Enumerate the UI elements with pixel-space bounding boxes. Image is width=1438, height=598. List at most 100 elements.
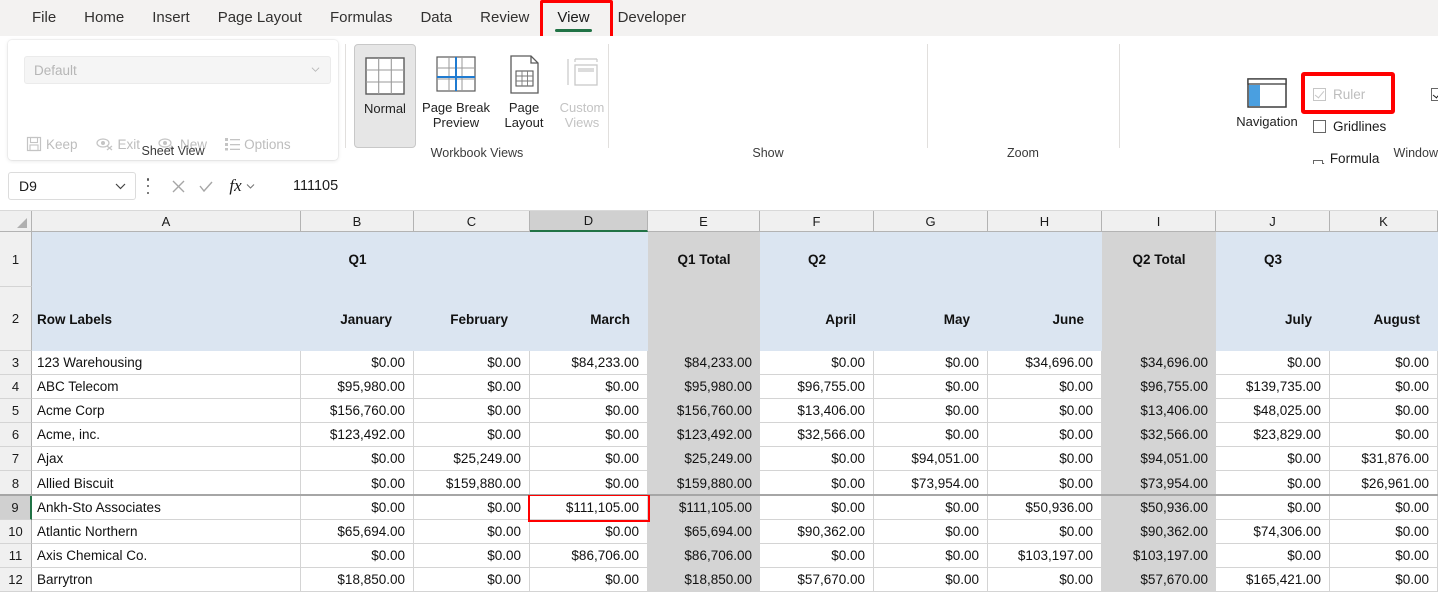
cell-K12[interactable]: $0.00 <box>1330 568 1438 592</box>
cell-K7[interactable]: $31,876.00 <box>1330 447 1438 471</box>
cell-H8[interactable]: $0.00 <box>988 471 1102 496</box>
cell-D12[interactable]: $0.00 <box>530 568 648 592</box>
cell-C12[interactable]: $0.00 <box>414 568 530 592</box>
cell-D8[interactable]: $0.00 <box>530 471 648 496</box>
row-header-1[interactable]: 1 <box>0 232 32 287</box>
cell-H3[interactable]: $34,696.00 <box>988 351 1102 375</box>
cell-F12[interactable]: $57,670.00 <box>760 568 874 592</box>
cell-C10[interactable]: $0.00 <box>414 520 530 544</box>
cell-J10[interactable]: $74,306.00 <box>1216 520 1330 544</box>
cell-B11[interactable]: $0.00 <box>301 544 414 568</box>
cell-E6[interactable]: $123,492.00 <box>648 423 760 447</box>
cell-C8[interactable]: $159,880.00 <box>414 471 530 496</box>
cell-E2[interactable] <box>648 287 760 351</box>
column-header-F[interactable]: F <box>760 211 874 232</box>
cell-J9[interactable]: $0.00 <box>1216 496 1330 520</box>
ribbon-tab-page-layout[interactable]: Page Layout <box>204 0 316 36</box>
ribbon-tab-view[interactable]: View <box>543 0 603 36</box>
cell-A2[interactable]: Row Labels <box>32 287 301 351</box>
cell-B1[interactable]: Q1 <box>301 232 414 287</box>
cell-F4[interactable]: $96,755.00 <box>760 375 874 399</box>
cell-C7[interactable]: $25,249.00 <box>414 447 530 471</box>
cell-K3[interactable]: $0.00 <box>1330 351 1438 375</box>
cell-E3[interactable]: $84,233.00 <box>648 351 760 375</box>
cell-B2[interactable]: January <box>301 287 414 351</box>
cell-F8[interactable]: $0.00 <box>760 471 874 496</box>
cell-C6[interactable]: $0.00 <box>414 423 530 447</box>
cell-H1[interactable] <box>988 232 1102 287</box>
cell-B6[interactable]: $123,492.00 <box>301 423 414 447</box>
cell-F3[interactable]: $0.00 <box>760 351 874 375</box>
cell-H12[interactable]: $0.00 <box>988 568 1102 592</box>
cell-F11[interactable]: $0.00 <box>760 544 874 568</box>
cell-E1[interactable]: Q1 Total <box>648 232 760 287</box>
formula-bar-menu-dots[interactable] <box>146 178 150 194</box>
cell-E9[interactable]: $111,105.00 <box>648 496 760 520</box>
cell-K9[interactable]: $0.00 <box>1330 496 1438 520</box>
column-header-G[interactable]: G <box>874 211 988 232</box>
cell-B4[interactable]: $95,980.00 <box>301 375 414 399</box>
cell-K1[interactable] <box>1330 232 1438 287</box>
normal-view-button[interactable]: Normal <box>354 44 416 148</box>
cell-C9[interactable]: $0.00 <box>414 496 530 520</box>
cell-D4[interactable]: $0.00 <box>530 375 648 399</box>
column-header-E[interactable]: E <box>648 211 760 232</box>
cell-D10[interactable]: $0.00 <box>530 520 648 544</box>
cell-E11[interactable]: $86,706.00 <box>648 544 760 568</box>
cell-D9[interactable]: $111,105.00 <box>530 496 648 520</box>
row-header-10[interactable]: 10 <box>0 520 32 544</box>
cell-G1[interactable] <box>874 232 988 287</box>
cell-C3[interactable]: $0.00 <box>414 351 530 375</box>
cell-J12[interactable]: $165,421.00 <box>1216 568 1330 592</box>
cell-K11[interactable]: $0.00 <box>1330 544 1438 568</box>
cell-E10[interactable]: $65,694.00 <box>648 520 760 544</box>
cell-I1[interactable]: Q2 Total <box>1102 232 1216 287</box>
cell-F9[interactable]: $0.00 <box>760 496 874 520</box>
row-header-4[interactable]: 4 <box>0 375 32 399</box>
formula-input[interactable]: 111105 <box>284 172 1432 200</box>
cell-K2[interactable]: August <box>1330 287 1438 351</box>
ribbon-tab-data[interactable]: Data <box>406 0 466 36</box>
ribbon-tab-home[interactable]: Home <box>70 0 138 36</box>
cell-G4[interactable]: $0.00 <box>874 375 988 399</box>
cell-J11[interactable]: $0.00 <box>1216 544 1330 568</box>
ribbon-tab-developer[interactable]: Developer <box>604 0 700 36</box>
row-header-3[interactable]: 3 <box>0 351 32 375</box>
cell-C2[interactable]: February <box>414 287 530 351</box>
cell-I6[interactable]: $32,566.00 <box>1102 423 1216 447</box>
cell-G7[interactable]: $94,051.00 <box>874 447 988 471</box>
ribbon-tab-formulas[interactable]: Formulas <box>316 0 407 36</box>
cell-H11[interactable]: $103,197.00 <box>988 544 1102 568</box>
cell-I12[interactable]: $57,670.00 <box>1102 568 1216 592</box>
cell-E7[interactable]: $25,249.00 <box>648 447 760 471</box>
cell-A11[interactable]: Axis Chemical Co. <box>32 544 301 568</box>
cell-H4[interactable]: $0.00 <box>988 375 1102 399</box>
page-layout-button[interactable]: Page Layout <box>496 44 552 148</box>
cell-B7[interactable]: $0.00 <box>301 447 414 471</box>
cell-I7[interactable]: $94,051.00 <box>1102 447 1216 471</box>
row-header-9[interactable]: 9 <box>0 496 32 520</box>
cell-K4[interactable]: $0.00 <box>1330 375 1438 399</box>
cell-H7[interactable]: $0.00 <box>988 447 1102 471</box>
enter-check-icon[interactable] <box>192 172 220 200</box>
cell-I10[interactable]: $90,362.00 <box>1102 520 1216 544</box>
cell-A1[interactable] <box>32 232 301 287</box>
cell-F10[interactable]: $90,362.00 <box>760 520 874 544</box>
cell-G5[interactable]: $0.00 <box>874 399 988 423</box>
column-header-K[interactable]: K <box>1330 211 1438 232</box>
cell-G10[interactable]: $0.00 <box>874 520 988 544</box>
cell-J8[interactable]: $0.00 <box>1216 471 1330 496</box>
cell-A5[interactable]: Acme Corp <box>32 399 301 423</box>
row-header-6[interactable]: 6 <box>0 423 32 447</box>
cell-A9[interactable]: Ankh-Sto Associates <box>32 496 301 520</box>
cell-I8[interactable]: $73,954.00 <box>1102 471 1216 496</box>
ribbon-tab-review[interactable]: Review <box>466 0 543 36</box>
page-break-preview-button[interactable]: Page Break Preview <box>418 44 494 148</box>
cell-B8[interactable]: $0.00 <box>301 471 414 496</box>
cell-B12[interactable]: $18,850.00 <box>301 568 414 592</box>
cell-J5[interactable]: $48,025.00 <box>1216 399 1330 423</box>
cell-D11[interactable]: $86,706.00 <box>530 544 648 568</box>
cell-J2[interactable]: July <box>1216 287 1330 351</box>
cell-J6[interactable]: $23,829.00 <box>1216 423 1330 447</box>
row-header-7[interactable]: 7 <box>0 447 32 471</box>
